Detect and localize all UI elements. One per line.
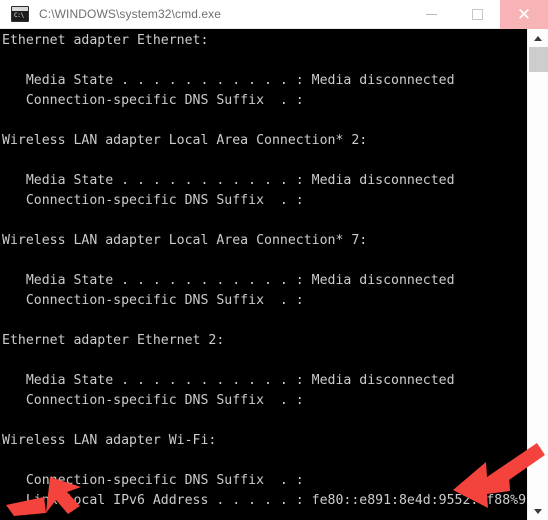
scroll-up-arrow-icon — [534, 35, 542, 41]
cmd-console-icon: C:\ — [11, 6, 29, 22]
cmd-window: C:\ C:\WINDOWS\system32\cmd.exe ✕ Ethern… — [0, 0, 548, 520]
maximize-button[interactable] — [454, 0, 500, 29]
maximize-icon — [471, 8, 483, 20]
window-title: C:\WINDOWS\system32\cmd.exe — [39, 7, 222, 21]
title-bar[interactable]: C:\ C:\WINDOWS\system32\cmd.exe ✕ — [0, 0, 548, 29]
minimize-icon — [425, 13, 437, 15]
vertical-scrollbar[interactable] — [527, 29, 548, 520]
minimize-button[interactable] — [408, 0, 454, 29]
cmd-icon-prompt-text: C:\ — [14, 12, 24, 19]
console-output-surface[interactable]: Ethernet adapter Ethernet: Media State .… — [0, 29, 527, 520]
scroll-up-button[interactable] — [528, 29, 548, 47]
console-output-text: Ethernet adapter Ethernet: Media State .… — [2, 33, 527, 508]
close-icon: ✕ — [516, 4, 532, 24]
close-button[interactable]: ✕ — [500, 0, 548, 29]
scroll-down-arrow-icon — [534, 508, 542, 514]
cmd-icon-titlebar-stripe — [12, 7, 28, 11]
scrollbar-thumb[interactable] — [529, 47, 548, 72]
console-area: Ethernet adapter Ethernet: Media State .… — [0, 29, 548, 520]
scroll-down-button[interactable] — [528, 502, 548, 520]
